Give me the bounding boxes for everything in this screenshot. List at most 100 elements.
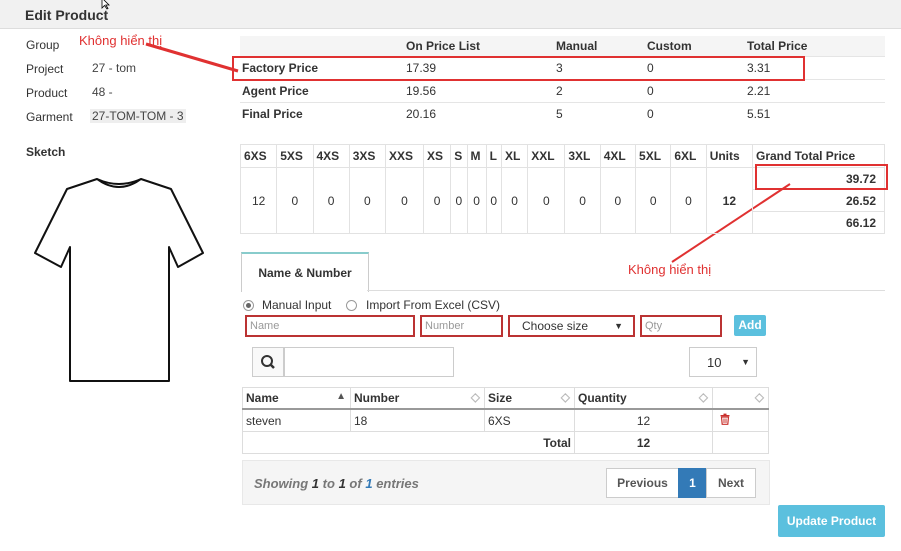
manual-value: 2 — [556, 79, 647, 103]
grand-total-value: 26.52 — [752, 189, 885, 212]
col-manual: Manual — [556, 36, 647, 57]
manual-input-label: Manual Input — [262, 298, 332, 312]
size-header: S — [450, 144, 468, 168]
size-qty: 0 — [599, 167, 637, 234]
price-list-value: 20.16 — [406, 102, 556, 125]
size-qty: 0 — [384, 167, 425, 234]
trash-icon[interactable] — [719, 413, 731, 425]
showing-from: 1 — [311, 476, 320, 491]
per-page-value: 10 — [707, 355, 722, 370]
col-quantity-label: Quantity — [578, 391, 627, 405]
col-name[interactable]: Name ▲ — [242, 387, 351, 410]
row-name: steven — [242, 408, 351, 432]
name-number-table: Name ▲ Number ◇ Size ◇ Quantity ◇ ◇ stev… — [242, 387, 769, 454]
col-size[interactable]: Size ◇ — [484, 387, 575, 410]
price-row-label: Final Price — [240, 102, 406, 125]
size-header: 3XS — [348, 144, 387, 168]
col-total-price: Total Price — [747, 36, 885, 57]
tab-divider — [367, 290, 885, 291]
size-header: 5XS — [276, 144, 314, 168]
import-excel-radio[interactable] — [346, 300, 357, 311]
size-select-label: Choose size — [522, 319, 589, 333]
name-input[interactable]: Name — [245, 315, 415, 337]
col-number-label: Number — [354, 391, 400, 405]
custom-value: 0 — [647, 79, 747, 103]
size-qty: 0 — [348, 167, 387, 234]
dialog-header — [0, 0, 901, 29]
size-header: 5XL — [635, 144, 672, 168]
search-input[interactable] — [284, 347, 454, 377]
size-qty: 0 — [635, 167, 672, 234]
table-row: steven 18 6XS 12 — [242, 408, 769, 432]
product-label: Product — [26, 86, 68, 100]
price-row-final: Final Price 20.16 5 0 5.51 — [240, 102, 885, 125]
col-quantity[interactable]: Quantity ◇ — [574, 387, 713, 410]
size-qty: 0 — [312, 167, 350, 234]
showing-total: 1 — [365, 476, 373, 491]
size-header: L — [485, 144, 502, 168]
search-icon — [261, 355, 275, 369]
col-actions: ◇ — [712, 387, 769, 410]
group-label: Group — [26, 38, 60, 52]
manual-input-radio[interactable] — [243, 300, 254, 311]
size-header: 3XL — [564, 144, 601, 168]
total-value: 12 — [574, 431, 713, 454]
size-header: 4XS — [312, 144, 350, 168]
annotation-note-1: Không hiển thị — [79, 33, 163, 48]
size-qty: 0 — [276, 167, 314, 234]
price-row-agent: Agent Price 19.56 2 0 2.21 — [240, 79, 885, 103]
total-value: 2.21 — [747, 79, 885, 103]
project-label: Project — [26, 62, 64, 76]
size-qty: 0 — [564, 167, 601, 234]
showing-info: Showing 1 to 1 of 1 entries — [254, 476, 419, 491]
total-label: Total — [242, 431, 575, 454]
tab-name-number[interactable]: Name & Number — [241, 252, 369, 292]
import-excel-label: Import From Excel (CSV) — [366, 298, 501, 312]
caret-down-icon: ▼ — [741, 357, 750, 367]
tshirt-sketch — [34, 178, 204, 382]
showing-to-word: to — [322, 476, 335, 491]
page-1-button[interactable]: 1 — [678, 468, 707, 498]
col-number[interactable]: Number ◇ — [350, 387, 485, 410]
qty-input[interactable]: Qty — [640, 315, 722, 337]
size-header: M — [466, 144, 487, 168]
highlight-factory-price — [232, 56, 805, 81]
product-value: 48 - — [92, 85, 113, 99]
size-header: XXL — [527, 144, 566, 168]
size-qty: 0 — [466, 167, 487, 234]
col-on-price-list: On Price List — [406, 36, 556, 57]
per-page-select[interactable]: 10 ▼ — [689, 347, 757, 377]
custom-value: 0 — [647, 102, 747, 125]
showing-to: 1 — [338, 476, 346, 491]
size-header: XL — [500, 144, 529, 168]
annotation-note-2: Không hiển thị — [628, 262, 712, 277]
size-qty: 0 — [485, 167, 502, 234]
units-value: 12 — [705, 167, 754, 234]
showing-suffix: entries — [376, 476, 419, 491]
sort-icon: ◇ — [470, 390, 480, 404]
size-select[interactable]: Choose size ▼ — [508, 315, 635, 337]
sort-asc-icon: ▲ — [336, 391, 346, 402]
size-header: XS — [423, 144, 452, 168]
row-actions — [712, 408, 769, 432]
total-row: Total 12 — [242, 431, 769, 454]
mouse-cursor-icon — [101, 0, 110, 10]
size-qty: 0 — [527, 167, 566, 234]
sketch-label: Sketch — [26, 145, 66, 159]
highlight-grand-total — [755, 164, 888, 190]
previous-button[interactable]: Previous — [606, 468, 679, 498]
next-button[interactable]: Next — [706, 468, 756, 498]
col-custom: Custom — [647, 36, 747, 57]
add-button[interactable]: Add — [734, 315, 766, 336]
showing-prefix: Showing — [254, 476, 309, 491]
search-button[interactable] — [252, 347, 284, 377]
row-quantity: 12 — [574, 408, 713, 432]
total-value: 5.51 — [747, 102, 885, 125]
update-product-button[interactable]: Update Product — [778, 505, 885, 537]
size-header: 6XL — [670, 144, 707, 168]
number-input[interactable]: Number — [420, 315, 503, 337]
size-qty: 0 — [423, 167, 452, 234]
price-list-value: 19.56 — [406, 79, 556, 103]
col-size-label: Size — [488, 391, 513, 405]
size-qty: 0 — [500, 167, 529, 234]
